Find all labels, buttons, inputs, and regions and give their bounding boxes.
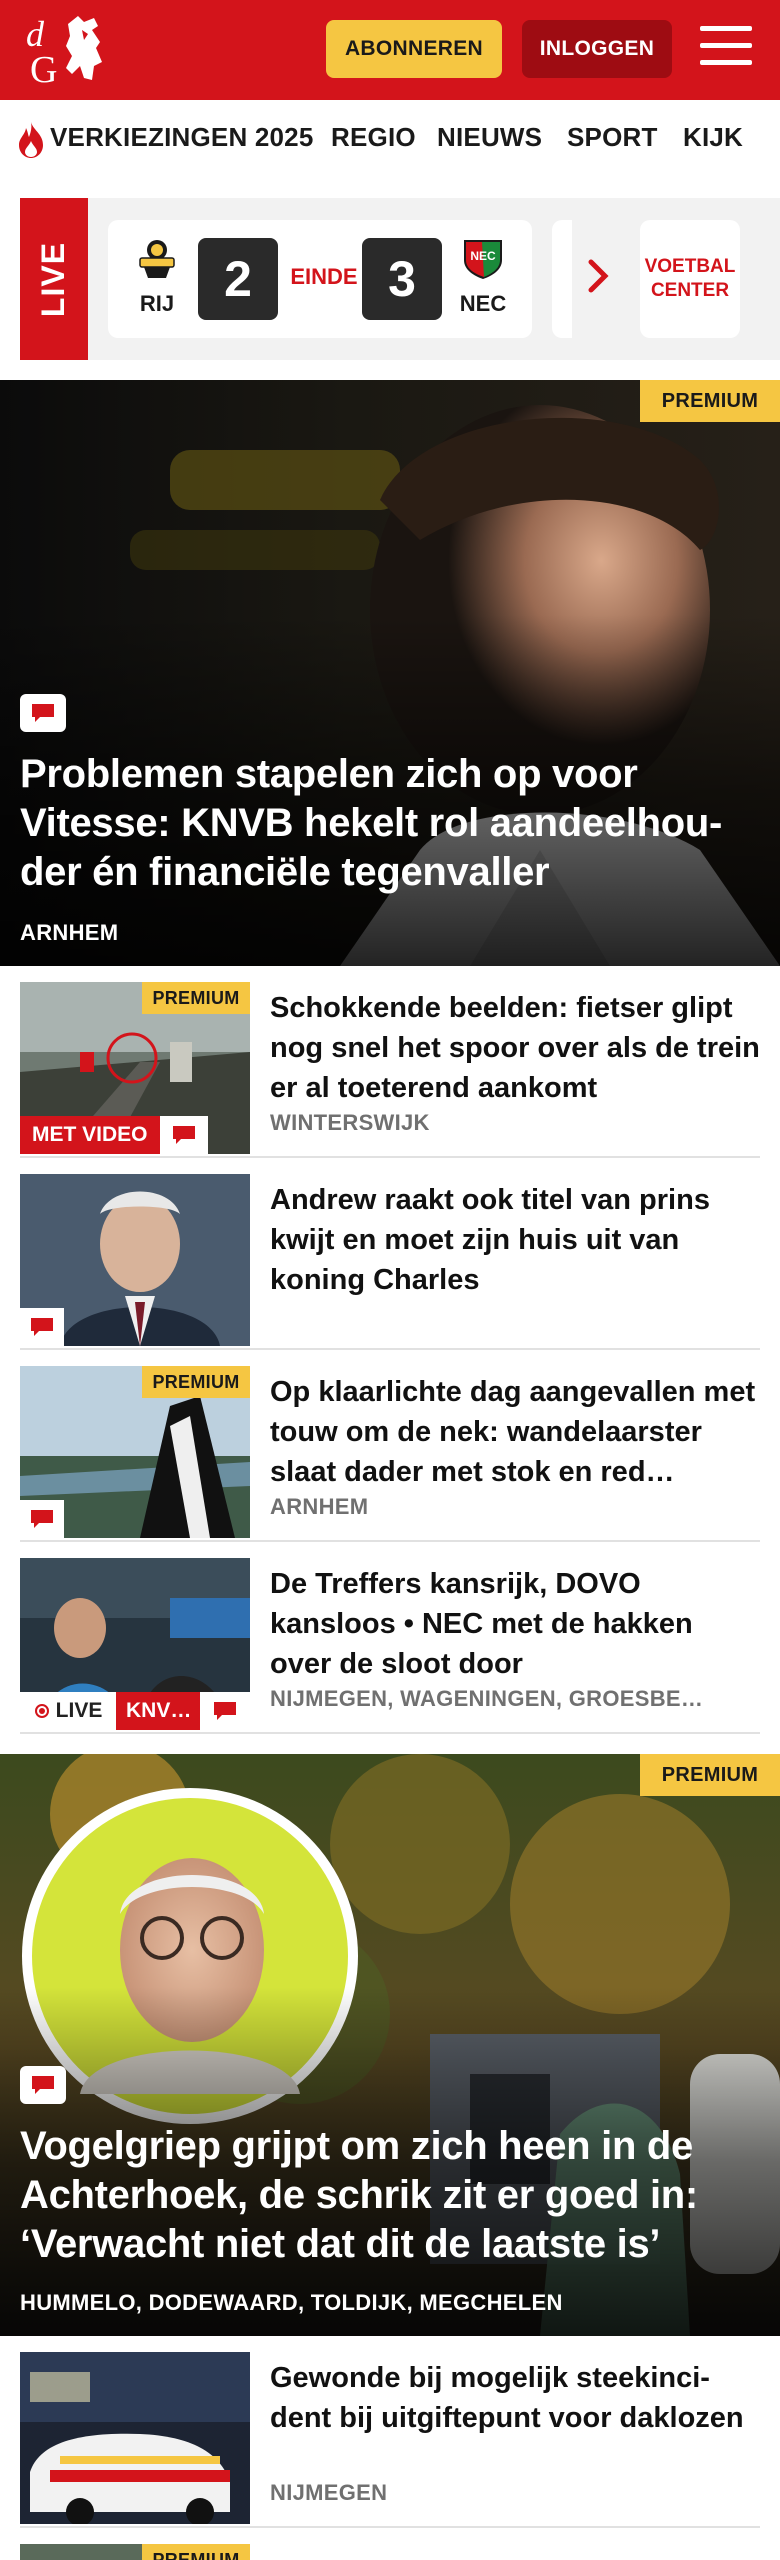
live-badge: LIVE <box>20 1692 116 1730</box>
flame-icon <box>19 122 43 158</box>
category-badge: KNV… <box>116 1692 202 1730</box>
article-thumbnail: PREMIUM <box>20 2544 250 2560</box>
article-title[interactable]: Op klaarlichte dag aangevallen met touw … <box>270 1372 760 1492</box>
dg-logo[interactable]: d G <box>22 12 114 90</box>
list-item[interactable]: Andrew raakt ook titel van prins kwijt e… <box>20 1158 760 1350</box>
video-badge: MET VIDEO <box>20 1116 160 1154</box>
top-bar: d G ABONNEREN INLOGGEN <box>0 0 780 100</box>
nav-item-sport[interactable]: SPORT <box>567 122 658 153</box>
login-button[interactable]: INLOGGEN <box>522 20 672 78</box>
live-dot-icon <box>34 1704 49 1718</box>
comment-icon <box>200 1692 250 1730</box>
hero-location: ARNHEM <box>20 920 119 945</box>
thumbnail-image <box>20 2352 250 2524</box>
article-title[interactable]: Schokkende beelden: fietser glipt nog sn… <box>270 988 760 1108</box>
live-label: LIVE <box>20 198 88 360</box>
hero-article-vitesse[interactable]: PREMIUM Problemen stapelen zich op voor … <box>0 380 780 966</box>
away-team-name: NEC <box>459 291 507 316</box>
hero-location: HUMMELO, DODEWAARD, TOLDIJK, MEGCHELEN <box>20 2290 563 2315</box>
away-team-badge-icon: NEC <box>464 240 502 279</box>
premium-badge: PREMIUM <box>142 982 250 1014</box>
nav-item-kijk[interactable]: KIJK <box>683 122 743 153</box>
list-item[interactable]: Gewonde bij mogelijk steekinci­dent bij … <box>20 2336 760 2528</box>
article-title[interactable]: De Treffers kansrijk, DOVO kansloos • NE… <box>270 1564 760 1684</box>
article-thumbnail <box>20 2352 250 2524</box>
list-item[interactable]: PREMIUM Op klaarlichte dag aangevallen m… <box>20 1350 760 1542</box>
comment-icon <box>20 1500 64 1538</box>
chevron-right-icon[interactable] <box>586 258 612 294</box>
home-team-name: RIJ <box>139 291 175 316</box>
home-team-badge-icon <box>139 240 175 278</box>
svg-text:d: d <box>26 14 45 54</box>
live-scores-panel: LIVE RIJ 2 EINDE 3 NEC NEC VOETBAL CENTE… <box>20 198 780 360</box>
match-status: EINDE <box>290 264 358 289</box>
away-team: NEC NEC <box>448 236 518 317</box>
comment-icon <box>20 2066 66 2104</box>
match-card[interactable]: RIJ 2 EINDE 3 NEC NEC <box>108 220 532 338</box>
voetbal-center-button[interactable]: VOETBAL CENTER <box>640 220 740 338</box>
article-thumbnail <box>20 1174 250 1346</box>
home-team: RIJ <box>122 236 192 317</box>
svg-text:NEC: NEC <box>470 249 496 263</box>
comment-icon <box>20 1308 64 1346</box>
next-match-card[interactable] <box>552 220 572 338</box>
article-title[interactable]: Gewonde bij mogelijk steekinci­dent bij … <box>270 2358 760 2438</box>
article-location: WINTERSWIJK <box>270 1110 430 1135</box>
nav-item-nieuws[interactable]: NIEUWS <box>437 122 542 153</box>
list-item[interactable]: LIVE KNV… De Treffers kansrijk, DOVO kan… <box>20 1542 760 1734</box>
nav-item-verkiezingen[interactable]: VERKIEZINGEN 2025 <box>50 122 314 153</box>
comment-icon <box>20 694 66 732</box>
premium-badge: PREMIUM <box>640 380 780 422</box>
list-item[interactable]: PREMIUM <box>20 2528 760 2560</box>
hero-title[interactable]: Vogelgriep grijpt om zich heen in de Ach… <box>20 2122 760 2269</box>
subscribe-button[interactable]: ABONNEREN <box>326 20 502 78</box>
home-score: 2 <box>198 238 278 320</box>
main-nav: VERKIEZINGEN 2025 REGIO NIEUWS SPORT KIJ… <box>0 100 780 180</box>
comment-icon <box>160 1116 208 1154</box>
svg-text:G: G <box>30 49 57 90</box>
premium-badge: PREMIUM <box>142 2544 250 2560</box>
list-item[interactable]: PREMIUM MET VIDEO Schokkende beelden: fi… <box>20 966 760 1158</box>
menu-icon[interactable] <box>700 26 752 70</box>
article-location: NIJMEGEN, WAGENINGEN, GROESBE… <box>270 1686 704 1711</box>
premium-badge: PREMIUM <box>640 1754 780 1796</box>
away-score: 3 <box>362 238 442 320</box>
article-location: ARNHEM <box>270 1494 369 1519</box>
article-location: NIJMEGEN <box>270 2480 388 2505</box>
hero-title[interactable]: Problemen stapelen zich op voor Vitesse:… <box>20 750 760 897</box>
hero-article-vogelgriep[interactable]: PREMIUM Vogelgriep grijpt om zich heen i… <box>0 1754 780 2336</box>
premium-badge: PREMIUM <box>142 1366 250 1398</box>
article-thumbnail: PREMIUM <box>20 1366 250 1538</box>
article-title[interactable]: Andrew raakt ook titel van prins kwijt e… <box>270 1180 760 1300</box>
nav-item-regio[interactable]: REGIO <box>331 122 416 153</box>
